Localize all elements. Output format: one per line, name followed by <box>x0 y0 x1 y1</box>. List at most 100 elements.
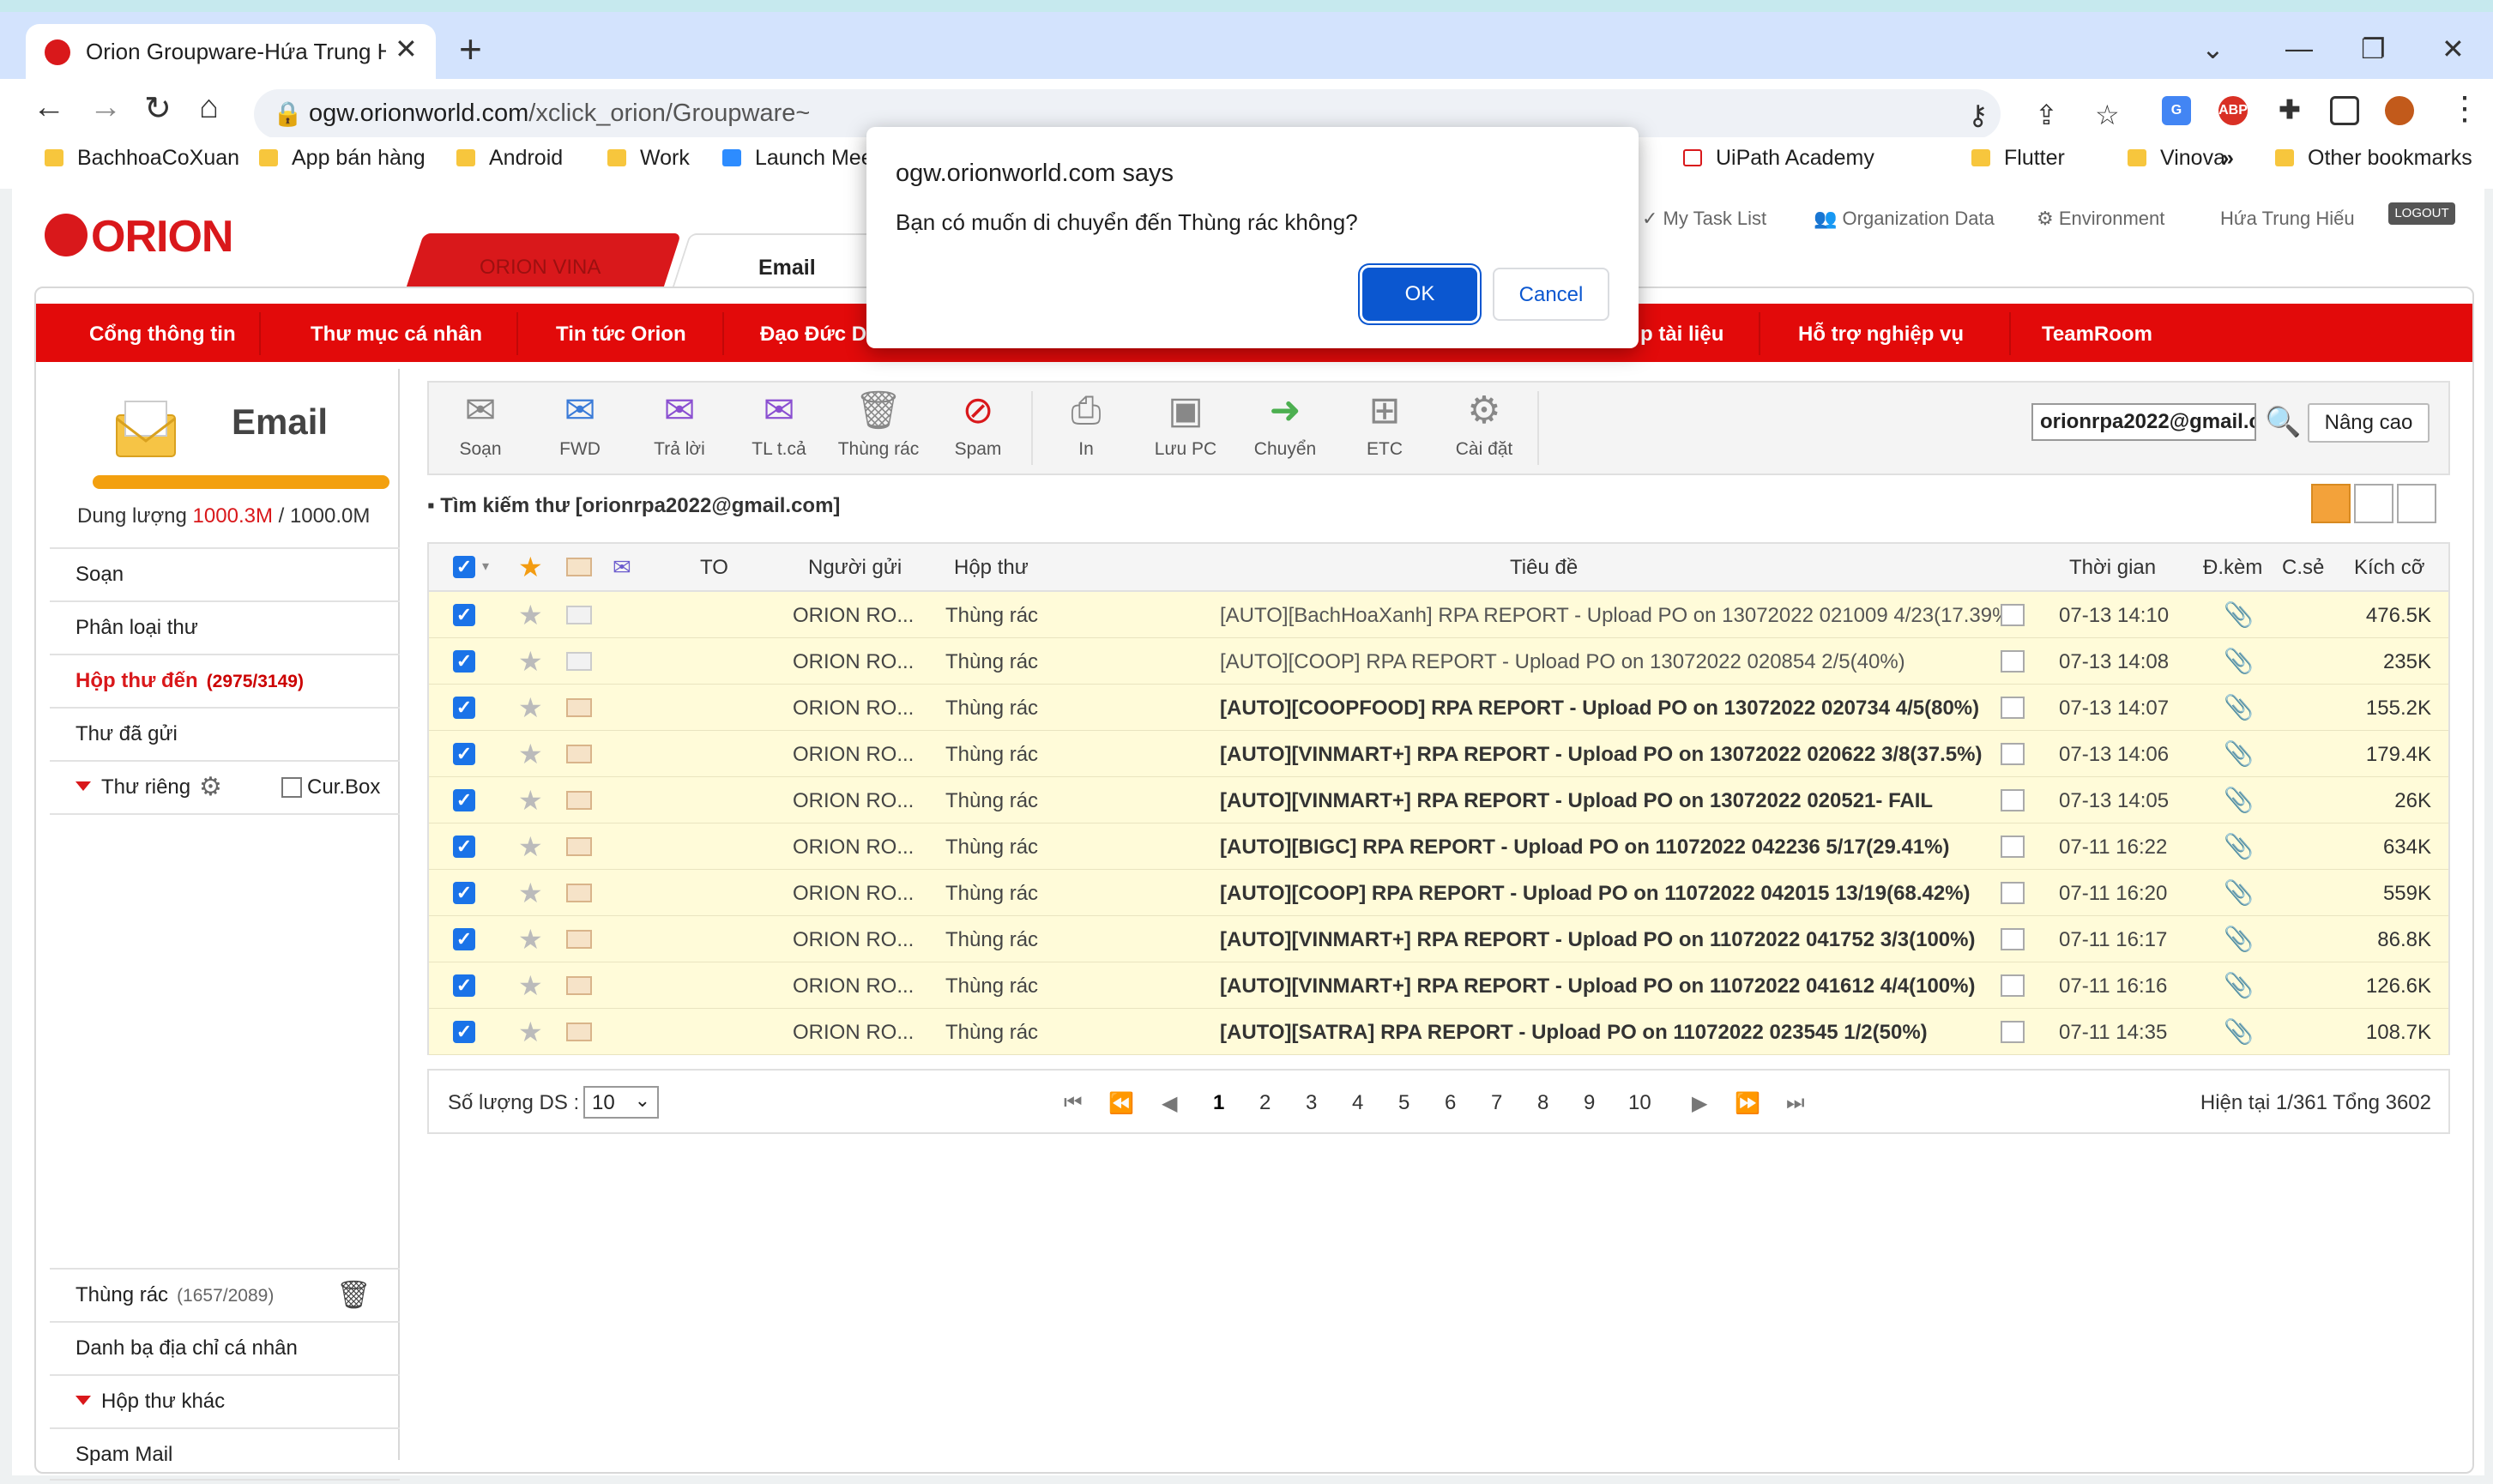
page-link[interactable]: 9 <box>1584 1091 1595 1115</box>
column-header-to[interactable]: TO <box>700 556 728 580</box>
browser-tab[interactable]: Orion Groupware-Hứa Trung Hiếu ✕ <box>26 24 436 79</box>
tab-close-icon[interactable]: ✕ <box>395 33 418 65</box>
table-row[interactable]: ✓ ★ ORION RO... Thùng rác [AUTO][VINMART+] R… <box>429 731 2448 777</box>
sidebar-item-contacts[interactable]: Danh bạ địa chỉ cá nhân <box>50 1321 400 1374</box>
column-header-size[interactable]: Kích cỡ <box>2354 556 2424 580</box>
row-subject[interactable]: [AUTO][COOP] RPA REPORT - Upload PO on 1… <box>1220 882 1971 906</box>
view-split-horizontal-icon[interactable] <box>2354 484 2393 523</box>
environment-link[interactable]: ⚙ Environment <box>2037 208 2164 230</box>
preview-icon[interactable] <box>2001 928 2025 950</box>
bookmark-star-icon[interactable]: ☆ <box>2095 99 2120 131</box>
nav-item-personal-folder[interactable]: Thư mục cá nhân <box>311 323 482 347</box>
row-checkbox[interactable]: ✓ <box>453 974 475 997</box>
header-read-status-icon[interactable]: ✉ <box>613 554 631 581</box>
table-row[interactable]: ✓ ★ ORION RO... Thùng rác [AUTO][BIGC] RPA R… <box>429 823 2448 870</box>
row-subject[interactable]: [AUTO][COOPFOOD] RPA REPORT - Upload PO … <box>1220 697 1979 721</box>
logout-button[interactable]: LOGOUT <box>2388 202 2455 225</box>
reload-icon[interactable]: ↻ <box>144 89 172 128</box>
row-subject[interactable]: [AUTO][BachHoaXanh] RPA REPORT - Upload … <box>1220 604 2017 628</box>
window-close-icon[interactable]: ✕ <box>2442 33 2465 65</box>
row-checkbox[interactable]: ✓ <box>453 836 475 858</box>
bookmarks-overflow-icon[interactable]: » <box>2222 146 2234 171</box>
prev-block-icon[interactable]: ⏪ <box>1108 1091 1134 1116</box>
row-subject[interactable]: [AUTO][VINMART+] RPA REPORT - Upload PO … <box>1220 974 1975 998</box>
sidebar-item-classify[interactable]: Phân loại thư <box>50 600 400 654</box>
row-checkbox[interactable]: ✓ <box>453 928 475 950</box>
sidebar-item-trash[interactable]: Thùng rác (1657/2089) 🗑 <box>50 1268 400 1321</box>
page-link[interactable]: 6 <box>1445 1091 1456 1115</box>
row-checkbox[interactable]: ✓ <box>453 882 475 904</box>
table-row[interactable]: ✓ ★ ORION RO... Thùng rác [AUTO][SATRA] RPA … <box>429 1009 2448 1055</box>
row-subject[interactable]: [AUTO][COOP] RPA REPORT - Upload PO on 1… <box>1220 650 1905 674</box>
star-icon[interactable]: ★ <box>518 877 543 909</box>
select-all-checkbox[interactable]: ✓ <box>453 556 475 578</box>
page-link[interactable]: 1 <box>1213 1091 1224 1115</box>
reply-button[interactable]: ✉ Trả lời <box>637 389 722 460</box>
back-icon[interactable]: ← <box>33 89 65 126</box>
star-icon[interactable]: ★ <box>518 738 543 770</box>
minimize-icon[interactable]: — <box>2285 33 2313 64</box>
tab-search-chevron-icon[interactable]: ⌄ <box>2201 33 2224 65</box>
table-row[interactable]: ✓ ★ ORION RO... Thùng rác [AUTO][BachHoaXanh… <box>429 592 2448 638</box>
table-row[interactable]: ✓ ★ ORION RO... Thùng rác [AUTO][VINMART+] R… <box>429 777 2448 823</box>
search-input[interactable]: orionrpa2022@gmail.com <box>2031 403 2256 441</box>
etc-button[interactable]: ⊞ ETC <box>1342 389 1428 460</box>
curbox-checkbox[interactable] <box>281 777 302 798</box>
table-row[interactable]: ✓ ★ ORION RO... Thùng rác [AUTO][COOP] RPA R… <box>429 638 2448 685</box>
page-link[interactable]: 10 <box>1628 1091 1651 1115</box>
star-icon[interactable]: ★ <box>518 645 543 678</box>
nav-item-teamroom[interactable]: TeamRoom <box>2042 323 2152 347</box>
move-button[interactable]: ➜ Chuyển <box>1242 389 1328 460</box>
preview-icon[interactable] <box>2001 743 2025 765</box>
star-icon[interactable]: ★ <box>518 830 543 863</box>
key-icon[interactable]: ⚷ <box>1968 99 1988 131</box>
row-subject[interactable]: [AUTO][VINMART+] RPA REPORT - Upload PO … <box>1220 928 1975 952</box>
row-checkbox[interactable]: ✓ <box>453 1021 475 1043</box>
row-checkbox[interactable]: ✓ <box>453 743 475 765</box>
nav-item-orion-news[interactable]: Tin tức Orion <box>556 323 686 347</box>
restore-icon[interactable]: ❐ <box>2361 33 2386 65</box>
preview-icon[interactable] <box>2001 697 2025 719</box>
column-header-time[interactable]: Thời gian <box>2069 556 2156 580</box>
sidebar-item-inbox[interactable]: Hộp thư đến (2975/3149) <box>50 654 400 707</box>
print-button[interactable]: ⎙ In <box>1043 389 1129 460</box>
ok-button[interactable]: OK <box>1362 268 1477 321</box>
sidebar-item-spam[interactable]: Spam Mail <box>50 1427 400 1481</box>
extensions-puzzle-icon[interactable]: ✚ <box>2275 96 2304 125</box>
last-page-icon[interactable]: ⏭ <box>1786 1091 1805 1115</box>
nav-item-support[interactable]: Hỗ trợ nghiệp vụ <box>1798 323 1964 347</box>
star-icon[interactable]: ★ <box>518 784 543 817</box>
row-checkbox[interactable]: ✓ <box>453 604 475 626</box>
table-row[interactable]: ✓ ★ ORION RO... Thùng rác [AUTO][VINMART+] R… <box>429 916 2448 962</box>
star-icon[interactable]: ★ <box>518 599 543 631</box>
nav-item-ethics[interactable]: Đạo Đức Do <box>760 323 879 347</box>
page-size-select[interactable]: 10 ⌄ <box>583 1086 659 1119</box>
advanced-search-button[interactable]: Nâng cao <box>2308 403 2430 443</box>
preview-icon[interactable] <box>2001 882 2025 904</box>
row-checkbox[interactable]: ✓ <box>453 789 475 811</box>
spam-button[interactable]: ⊘ Spam <box>935 389 1021 460</box>
sidebar-item-sent[interactable]: Thư đã gửi <box>50 707 400 760</box>
header-star-icon[interactable]: ★ <box>518 551 543 583</box>
page-link[interactable]: 3 <box>1306 1091 1317 1115</box>
row-subject[interactable]: [AUTO][VINMART+] RPA REPORT - Upload PO … <box>1220 743 1982 767</box>
column-header-share[interactable]: C.sẻ <box>2282 556 2324 580</box>
bookmark-item[interactable]: Vinova <box>2128 146 2225 171</box>
bookmark-item[interactable]: BachhoaCoXuan <box>45 146 239 171</box>
bookmark-item[interactable]: Flutter <box>1971 146 2065 171</box>
compose-button[interactable]: ✉ Soạn <box>438 389 523 460</box>
nav-item-documents[interactable]: p tài liệu <box>1640 323 1723 347</box>
sidebar-item-other-mailbox[interactable]: Hộp thư khác <box>50 1374 400 1427</box>
bookmark-item[interactable]: App bán hàng <box>259 146 426 171</box>
chrome-menu-icon[interactable]: ⋮ <box>2448 89 2481 128</box>
share-icon[interactable]: ⇪ <box>2035 99 2058 131</box>
sidebar-item-compose[interactable]: Soạn <box>50 547 400 600</box>
row-subject[interactable]: [AUTO][BIGC] RPA REPORT - Upload PO on 1… <box>1220 836 1950 860</box>
trash-button[interactable]: 🗑 Thùng rác <box>836 389 921 460</box>
preview-icon[interactable] <box>2001 650 2025 673</box>
column-header-sender[interactable]: Người gửi <box>808 556 902 580</box>
organization-data-link[interactable]: 👥 Organization Data <box>1814 208 1995 230</box>
nav-item-portal[interactable]: Cổng thông tin <box>89 323 236 347</box>
column-header-subject[interactable]: Tiêu đề <box>1510 556 1578 580</box>
table-row[interactable]: ✓ ★ ORION RO... Thùng rác [AUTO][COOP] RPA R… <box>429 870 2448 916</box>
